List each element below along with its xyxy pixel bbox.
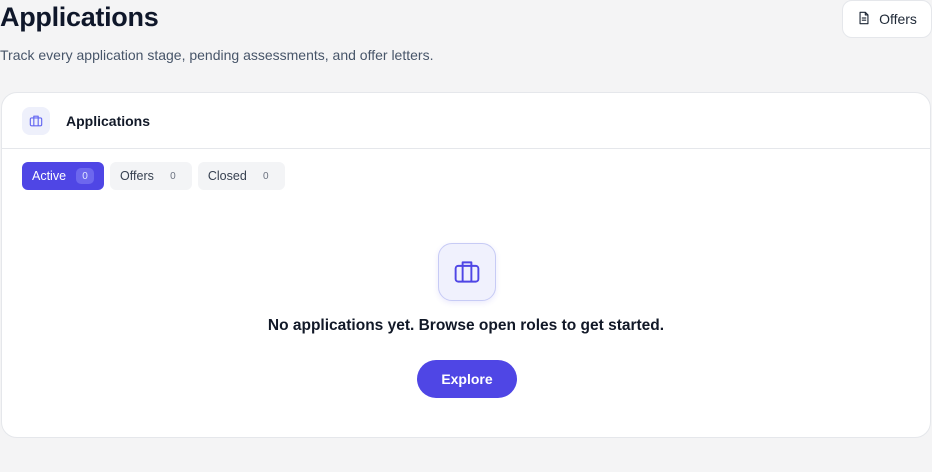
applications-card: Applications Active 0 Offers 0 Closed 0 … [1, 92, 931, 438]
card-header: Applications [2, 93, 930, 149]
tab-active[interactable]: Active 0 [22, 162, 105, 190]
tab-closed[interactable]: Closed 0 [197, 162, 285, 190]
empty-state-message: No applications yet. Browse open roles t… [267, 317, 665, 334]
page-title: Applications [0, 2, 159, 32]
document-icon [857, 11, 871, 28]
tab-count-badge: 0 [263, 170, 269, 182]
tab-label: Offers [120, 169, 154, 183]
tab-offers[interactable]: Offers 0 [110, 162, 192, 190]
page-subtitle: Track every application stage, pending a… [0, 47, 434, 63]
tab-label: Active [32, 169, 67, 183]
tab-label: Closed [207, 169, 247, 183]
tab-count-badge: 0 [76, 168, 95, 184]
offers-button-label: Offers [879, 11, 917, 27]
offers-button[interactable]: Offers [842, 0, 932, 38]
explore-button[interactable]: Explore [417, 360, 517, 398]
tab-count-badge: 0 [170, 170, 176, 182]
briefcase-icon [438, 243, 496, 301]
status-tabs: Active 0 Offers 0 Closed 0 [22, 162, 285, 190]
card-title: Applications [66, 112, 151, 129]
briefcase-icon [22, 106, 50, 135]
